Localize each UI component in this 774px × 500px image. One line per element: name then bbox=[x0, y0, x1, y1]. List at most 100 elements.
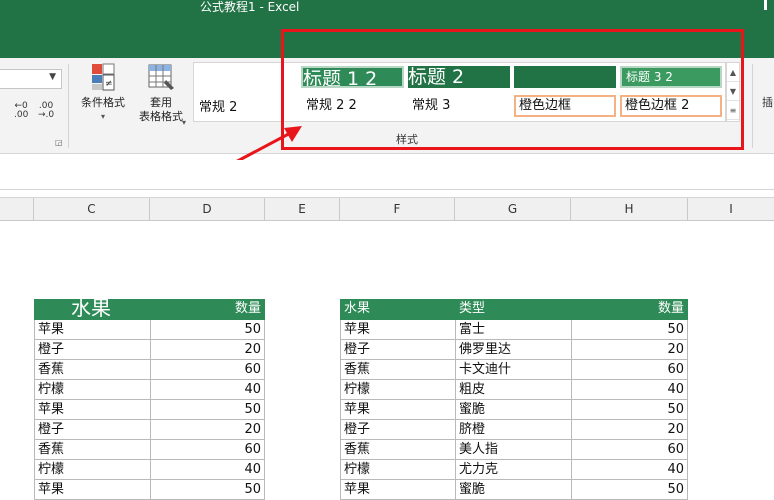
column-header-d[interactable]: D bbox=[150, 198, 265, 221]
table-cell[interactable]: 50 bbox=[150, 320, 265, 340]
table-cell[interactable]: 50 bbox=[150, 480, 265, 500]
svg-text:≠: ≠ bbox=[105, 79, 113, 89]
gallery-scroll[interactable]: ▲ ▼ ≡ bbox=[726, 62, 740, 122]
table-cell[interactable]: 香蕉 bbox=[340, 360, 455, 380]
table-cell[interactable]: 香蕉 bbox=[340, 440, 455, 460]
table-cell[interactable]: 40 bbox=[150, 460, 265, 480]
group-divider bbox=[752, 64, 753, 148]
increase-decimal-button[interactable]: ←0 .00 bbox=[14, 102, 28, 120]
table-cell[interactable]: 40 bbox=[150, 380, 265, 400]
style-heading-2[interactable]: 标题 2 bbox=[408, 66, 510, 88]
gallery-more-icon[interactable]: ≡ bbox=[727, 101, 739, 120]
table-cell[interactable]: 50 bbox=[571, 400, 688, 420]
table-cell[interactable]: 60 bbox=[571, 360, 688, 380]
grid-line bbox=[340, 320, 341, 500]
table-cell[interactable]: 柠檬 bbox=[34, 380, 150, 400]
table-cell[interactable]: 60 bbox=[571, 440, 688, 460]
formula-bar[interactable] bbox=[0, 160, 774, 190]
table-header-cell[interactable]: 水果 bbox=[344, 299, 451, 319]
table-cell[interactable]: 柠檬 bbox=[34, 460, 150, 480]
table-header-cell[interactable]: 水果 bbox=[38, 298, 144, 319]
format-as-table-button[interactable]: 套用 表格格式 ▾ bbox=[130, 62, 192, 127]
table-cell[interactable]: 佛罗里达 bbox=[455, 340, 571, 360]
scroll-up-icon[interactable]: ▲ bbox=[727, 63, 739, 82]
column-header-b[interactable] bbox=[0, 198, 34, 221]
style-heading-3-2[interactable]: 标题 3 2 bbox=[620, 66, 722, 88]
table-cell[interactable]: 香蕉 bbox=[34, 440, 150, 460]
grid-line bbox=[34, 320, 35, 500]
grid-line bbox=[687, 320, 688, 500]
table-cell[interactable]: 20 bbox=[571, 420, 688, 440]
style-normal-3[interactable]: 常规 3 bbox=[412, 95, 512, 117]
scroll-down-icon[interactable]: ▼ bbox=[727, 82, 739, 101]
conditional-format-button[interactable]: ≠ 条件格式 ▾ bbox=[72, 62, 134, 124]
column-header-h[interactable]: H bbox=[571, 198, 688, 221]
table-cell[interactable]: 苹果 bbox=[340, 400, 455, 420]
style-heading-1-2[interactable]: 标题 1 2 bbox=[301, 66, 404, 88]
group-divider bbox=[68, 64, 69, 148]
table-cell[interactable]: 柠檬 bbox=[340, 380, 455, 400]
chevron-down-icon: ▼ bbox=[49, 72, 56, 82]
table-cell[interactable]: 苹果 bbox=[340, 480, 455, 500]
table-cell[interactable]: 蜜脆 bbox=[455, 480, 571, 500]
cell-styles-gallery: 常规 2 标题 1 2 标题 2 标题 3 2 常规 2 2 常规 3 橙色边框… bbox=[193, 62, 726, 122]
table-cell[interactable]: 柠檬 bbox=[340, 460, 455, 480]
fruit-table-1: 水果 数量 苹果 50 橙子 20 香蕉 60 柠檬 40 苹果 50 橙子 20 香蕉 60 柠檬 40 苹果 50 bbox=[34, 298, 265, 500]
table-cell[interactable]: 粗皮 bbox=[455, 380, 571, 400]
insert-label[interactable]: 插 bbox=[762, 94, 773, 110]
number-format-dropdown[interactable]: ▼ bbox=[0, 69, 62, 89]
table-cell[interactable]: 脐橙 bbox=[455, 420, 571, 440]
window-title: 公式教程1 - Excel bbox=[200, 0, 300, 14]
table-cell[interactable]: 20 bbox=[571, 340, 688, 360]
table-cell[interactable]: 40 bbox=[571, 460, 688, 480]
column-header-g[interactable]: G bbox=[455, 198, 571, 221]
title-bar-edge bbox=[764, 0, 767, 10]
table-cell[interactable]: 40 bbox=[571, 380, 688, 400]
table-cell[interactable]: 50 bbox=[571, 320, 688, 340]
table-header-cell[interactable]: 类型 bbox=[459, 299, 567, 319]
table-cell[interactable]: 橙子 bbox=[340, 420, 455, 440]
style-orange-border-2[interactable]: 橙色边框 2 bbox=[620, 95, 722, 117]
table-header-cell[interactable]: 数量 bbox=[575, 299, 684, 319]
fruit-table-2: 水果 类型 数量 苹果 富士 50 橙子 佛罗里达 20 香蕉 卡文迪什 60 柠檬 粗皮 40 苹果 蜜脆 50… bbox=[340, 299, 688, 500]
table-cell[interactable]: 50 bbox=[571, 480, 688, 500]
table-cell[interactable]: 卡文迪什 bbox=[455, 360, 571, 380]
dialog-launcher-icon[interactable]: ◲ bbox=[55, 138, 63, 147]
column-header-i[interactable]: I bbox=[688, 198, 774, 221]
style-green-fill[interactable] bbox=[514, 66, 616, 88]
column-header-c[interactable]: C bbox=[34, 198, 150, 221]
decrease-decimal-button[interactable]: .00 →.0 bbox=[38, 102, 54, 120]
table-cell[interactable]: 苹果 bbox=[340, 320, 455, 340]
column-header-row: C D E F G H I bbox=[0, 197, 774, 221]
grid-line bbox=[571, 320, 572, 500]
table-cell[interactable]: 20 bbox=[150, 420, 265, 440]
table-cell[interactable]: 富士 bbox=[455, 320, 571, 340]
table-cell[interactable]: 蜜脆 bbox=[455, 400, 571, 420]
table-cell[interactable]: 20 bbox=[150, 340, 265, 360]
chevron-down-icon: ▾ bbox=[182, 118, 187, 127]
table-cell[interactable]: 香蕉 bbox=[34, 360, 150, 380]
title-bar: 公式教程1 - Excel bbox=[0, 0, 774, 58]
table-cell[interactable]: 橙子 bbox=[340, 340, 455, 360]
table-cell[interactable]: 苹果 bbox=[34, 480, 150, 500]
grid-line bbox=[264, 320, 265, 500]
ribbon: ▼ ←0 .00 .00 →.0 ◲ ≠ 条件格式 ▾ 套用 表格格式 ▾ 常规… bbox=[0, 58, 774, 154]
table-format-icon bbox=[148, 64, 174, 90]
table-header-cell[interactable]: 数量 bbox=[154, 299, 261, 319]
style-normal-2-2[interactable]: 常规 2 2 bbox=[306, 95, 406, 117]
table-cell[interactable]: 60 bbox=[150, 360, 265, 380]
table-cell[interactable]: 橙子 bbox=[34, 340, 150, 360]
styles-group-label: 样式 bbox=[396, 133, 418, 146]
column-header-e[interactable]: E bbox=[265, 198, 340, 221]
table-cell[interactable]: 50 bbox=[150, 400, 265, 420]
table-cell[interactable]: 苹果 bbox=[34, 320, 150, 340]
table-cell[interactable]: 苹果 bbox=[34, 400, 150, 420]
table-cell[interactable]: 美人指 bbox=[455, 440, 571, 460]
table-cell[interactable]: 橙子 bbox=[34, 420, 150, 440]
style-normal-2[interactable]: 常规 2 bbox=[199, 96, 299, 118]
table-cell[interactable]: 60 bbox=[150, 440, 265, 460]
table-cell[interactable]: 尤力克 bbox=[455, 460, 571, 480]
grid-line bbox=[150, 320, 151, 500]
style-orange-border[interactable]: 橙色边框 bbox=[514, 95, 616, 117]
column-header-f[interactable]: F bbox=[340, 198, 455, 221]
